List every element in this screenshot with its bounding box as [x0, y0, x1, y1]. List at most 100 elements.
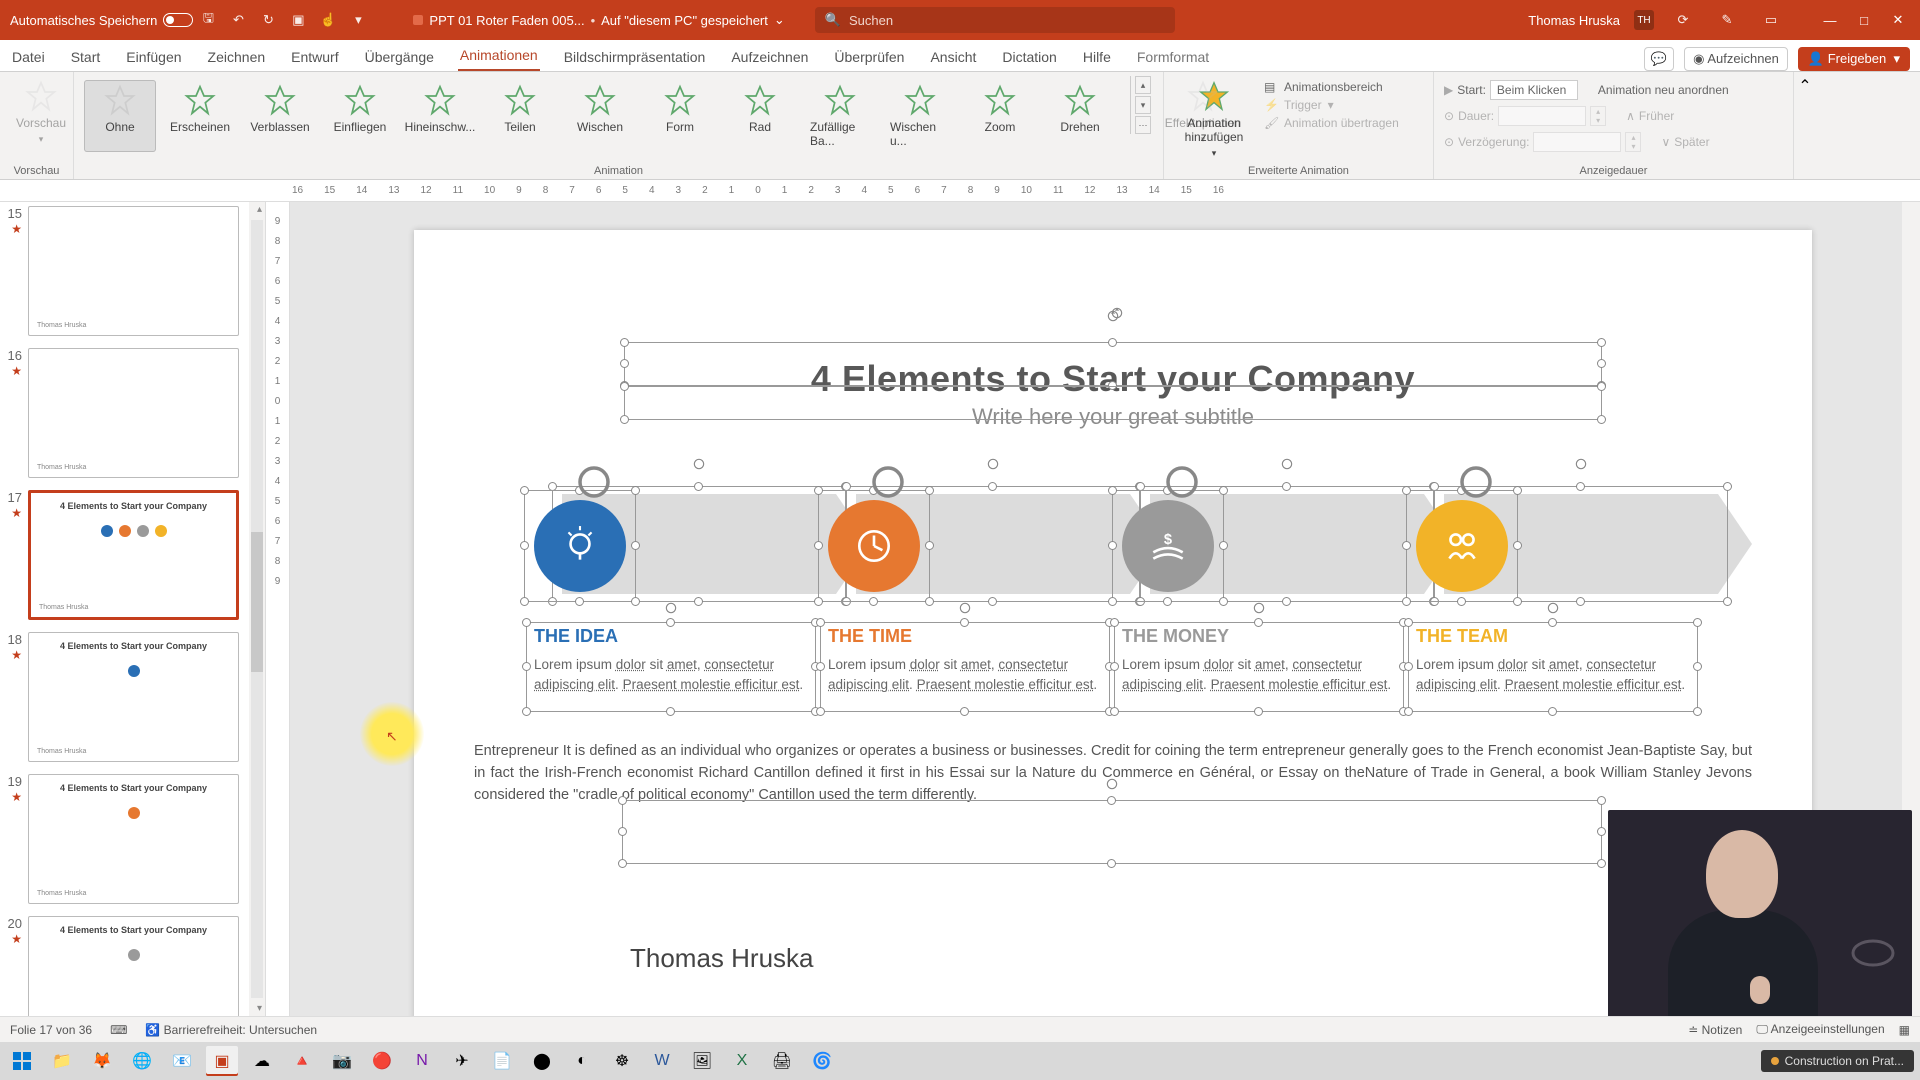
anim-einfliegen[interactable]: Einfliegen: [324, 80, 396, 152]
app-icon-8[interactable]: 🖨: [766, 1046, 798, 1076]
maximize-button[interactable]: □: [1852, 8, 1876, 32]
language-icon[interactable]: ⌨: [110, 1023, 127, 1037]
app-icon-3[interactable]: 🔴: [366, 1046, 398, 1076]
earlier-button[interactable]: ∧ Früher: [1626, 106, 1674, 126]
explorer-icon[interactable]: 📁: [46, 1046, 78, 1076]
anim-erscheinen[interactable]: Erscheinen: [164, 80, 236, 152]
accessibility-button[interactable]: ♿ Barrierefreiheit: Untersuchen: [145, 1023, 317, 1037]
record-button[interactable]: ◉ Aufzeichnen: [1684, 47, 1788, 71]
tab-dictation[interactable]: Dictation: [1000, 43, 1058, 71]
search-input[interactable]: 🔍 Suchen: [815, 7, 1175, 33]
tab-hilfe[interactable]: Hilfe: [1081, 43, 1113, 71]
later-button[interactable]: ∨ Später: [1661, 132, 1709, 152]
outlook-icon[interactable]: 📧: [166, 1046, 198, 1076]
avatar[interactable]: TH: [1634, 10, 1654, 30]
app-icon-4[interactable]: 📄: [486, 1046, 518, 1076]
anim-zoom[interactable]: Zoom: [964, 80, 1036, 152]
element-grey[interactable]: $THE MONEYLorem ipsum dolor sit amet, co…: [1122, 500, 1398, 696]
close-button[interactable]: ✕: [1886, 8, 1910, 32]
app-icon-6[interactable]: ☸: [606, 1046, 638, 1076]
effect-options-button[interactable]: Effektoptionen▾: [1161, 76, 1245, 149]
display-settings-button[interactable]: 🖵 Anzeigeeinstellungen: [1756, 1022, 1884, 1037]
slide-counter[interactable]: Folie 17 von 36: [10, 1023, 92, 1037]
slide-canvas[interactable]: 4 Elements to Start your Company Write h…: [414, 230, 1812, 1016]
firefox-icon[interactable]: 🦊: [86, 1046, 118, 1076]
present-icon[interactable]: ▣: [289, 11, 307, 29]
minimize-button[interactable]: —: [1818, 8, 1842, 32]
anim-form[interactable]: Form: [644, 80, 716, 152]
thumb-20[interactable]: 4 Elements to Start your CompanyThomas H…: [28, 916, 239, 1016]
anim-none[interactable]: Ohne: [84, 80, 156, 152]
selection-title[interactable]: [624, 342, 1602, 386]
selection-paragraph[interactable]: [622, 800, 1602, 864]
anim-verblassen[interactable]: Verblassen: [244, 80, 316, 152]
circle-orange[interactable]: [828, 500, 920, 592]
anim-drehen[interactable]: Drehen: [1044, 80, 1116, 152]
touch-icon[interactable]: ☝: [319, 11, 337, 29]
anim-wischen[interactable]: Wischen: [564, 80, 636, 152]
delay-input[interactable]: [1533, 132, 1621, 152]
slide-panel[interactable]: 15★Thomas Hruska16★Thomas Hruska17★4 Ele…: [0, 202, 266, 1016]
tab-formformat[interactable]: Formformat: [1135, 43, 1211, 71]
app-icon-2[interactable]: 📷: [326, 1046, 358, 1076]
element-gold[interactable]: THE TEAMLorem ipsum dolor sit amet, cons…: [1416, 500, 1692, 696]
circle-blue[interactable]: [534, 500, 626, 592]
anim-rad[interactable]: Rad: [724, 80, 796, 152]
autosave[interactable]: Automatisches Speichern: [10, 13, 193, 28]
author[interactable]: Thomas Hruska: [630, 943, 814, 974]
app-icon-7[interactable]: 🖼: [686, 1046, 718, 1076]
animation-gallery[interactable]: Ohne Erscheinen Verblassen Einfliegen Hi…: [84, 76, 1116, 152]
tab-ansicht[interactable]: Ansicht: [928, 43, 978, 71]
element-blue[interactable]: THE IDEALorem ipsum dolor sit amet, cons…: [534, 500, 810, 696]
element-orange[interactable]: THE TIMELorem ipsum dolor sit amet, cons…: [828, 500, 1104, 696]
animation-painter-button[interactable]: 🖌Animation übertragen: [1264, 116, 1399, 130]
word-icon[interactable]: W: [646, 1046, 678, 1076]
gallery-controls[interactable]: ▴▾⋯: [1130, 76, 1151, 134]
tab-datei[interactable]: Datei: [10, 43, 47, 71]
tab-ueberpruefen[interactable]: Überprüfen: [832, 43, 906, 71]
excel-icon[interactable]: X: [726, 1046, 758, 1076]
notes-button[interactable]: ≐ Notizen: [1688, 1023, 1742, 1037]
window-icon[interactable]: ▭: [1762, 11, 1780, 29]
user-name[interactable]: Thomas Hruska: [1528, 13, 1620, 28]
anim-hinein[interactable]: Hineinschw...: [404, 80, 476, 152]
animation-pane-button[interactable]: ▤Animationsbereich: [1264, 80, 1399, 94]
sync-icon[interactable]: ⟳: [1674, 11, 1692, 29]
circle-grey[interactable]: $: [1122, 500, 1214, 592]
notification[interactable]: Construction on Prat...: [1761, 1050, 1914, 1072]
onenote-icon[interactable]: N: [406, 1046, 438, 1076]
redo-icon[interactable]: ↻: [259, 11, 277, 29]
telegram-icon[interactable]: ✈: [446, 1046, 478, 1076]
edge-icon[interactable]: 🌀: [806, 1046, 838, 1076]
panel-scrollbar[interactable]: ▴ ▾: [249, 202, 265, 1016]
app-icon-1[interactable]: ☁: [246, 1046, 278, 1076]
vlc-icon[interactable]: 🔺: [286, 1046, 318, 1076]
start-select[interactable]: Beim Klicken: [1490, 80, 1578, 100]
tab-entwurf[interactable]: Entwurf: [289, 43, 340, 71]
thumb-19[interactable]: 4 Elements to Start your CompanyThomas H…: [28, 774, 239, 904]
selection-subtitle[interactable]: [624, 386, 1602, 420]
chrome-icon[interactable]: 🌐: [126, 1046, 158, 1076]
circle-gold[interactable]: [1416, 500, 1508, 592]
anim-wischenu[interactable]: Wischen u...: [884, 80, 956, 152]
thumb-18[interactable]: 4 Elements to Start your CompanyThomas H…: [28, 632, 239, 762]
start-button[interactable]: [6, 1046, 38, 1076]
app-icon-5[interactable]: ◐: [566, 1046, 598, 1076]
draw-icon[interactable]: ✎: [1718, 11, 1736, 29]
undo-icon[interactable]: ↶: [229, 11, 247, 29]
duration-input[interactable]: [1498, 106, 1586, 126]
view-normal-icon[interactable]: ▦: [1899, 1023, 1910, 1037]
trigger-button[interactable]: ⚡Trigger ▾: [1264, 98, 1399, 112]
anim-zufall[interactable]: Zufällige Ba...: [804, 80, 876, 152]
tab-aufzeichnen[interactable]: Aufzeichnen: [729, 43, 810, 71]
anim-teilen[interactable]: Teilen: [484, 80, 556, 152]
tab-zeichnen[interactable]: Zeichnen: [206, 43, 268, 71]
thumb-16[interactable]: Thomas Hruska: [28, 348, 239, 478]
share-button[interactable]: 👤 Freigeben ▾: [1798, 47, 1910, 71]
thumb-15[interactable]: Thomas Hruska: [28, 206, 239, 336]
filename[interactable]: PPT 01 Roter Faden 005... • Auf "diesem …: [413, 12, 784, 28]
tab-einfuegen[interactable]: Einfügen: [124, 43, 183, 71]
collapse-ribbon-button[interactable]: ⌃: [1794, 72, 1816, 179]
comments-icon[interactable]: 💬: [1644, 47, 1674, 71]
tab-animationen[interactable]: Animationen: [458, 41, 540, 71]
